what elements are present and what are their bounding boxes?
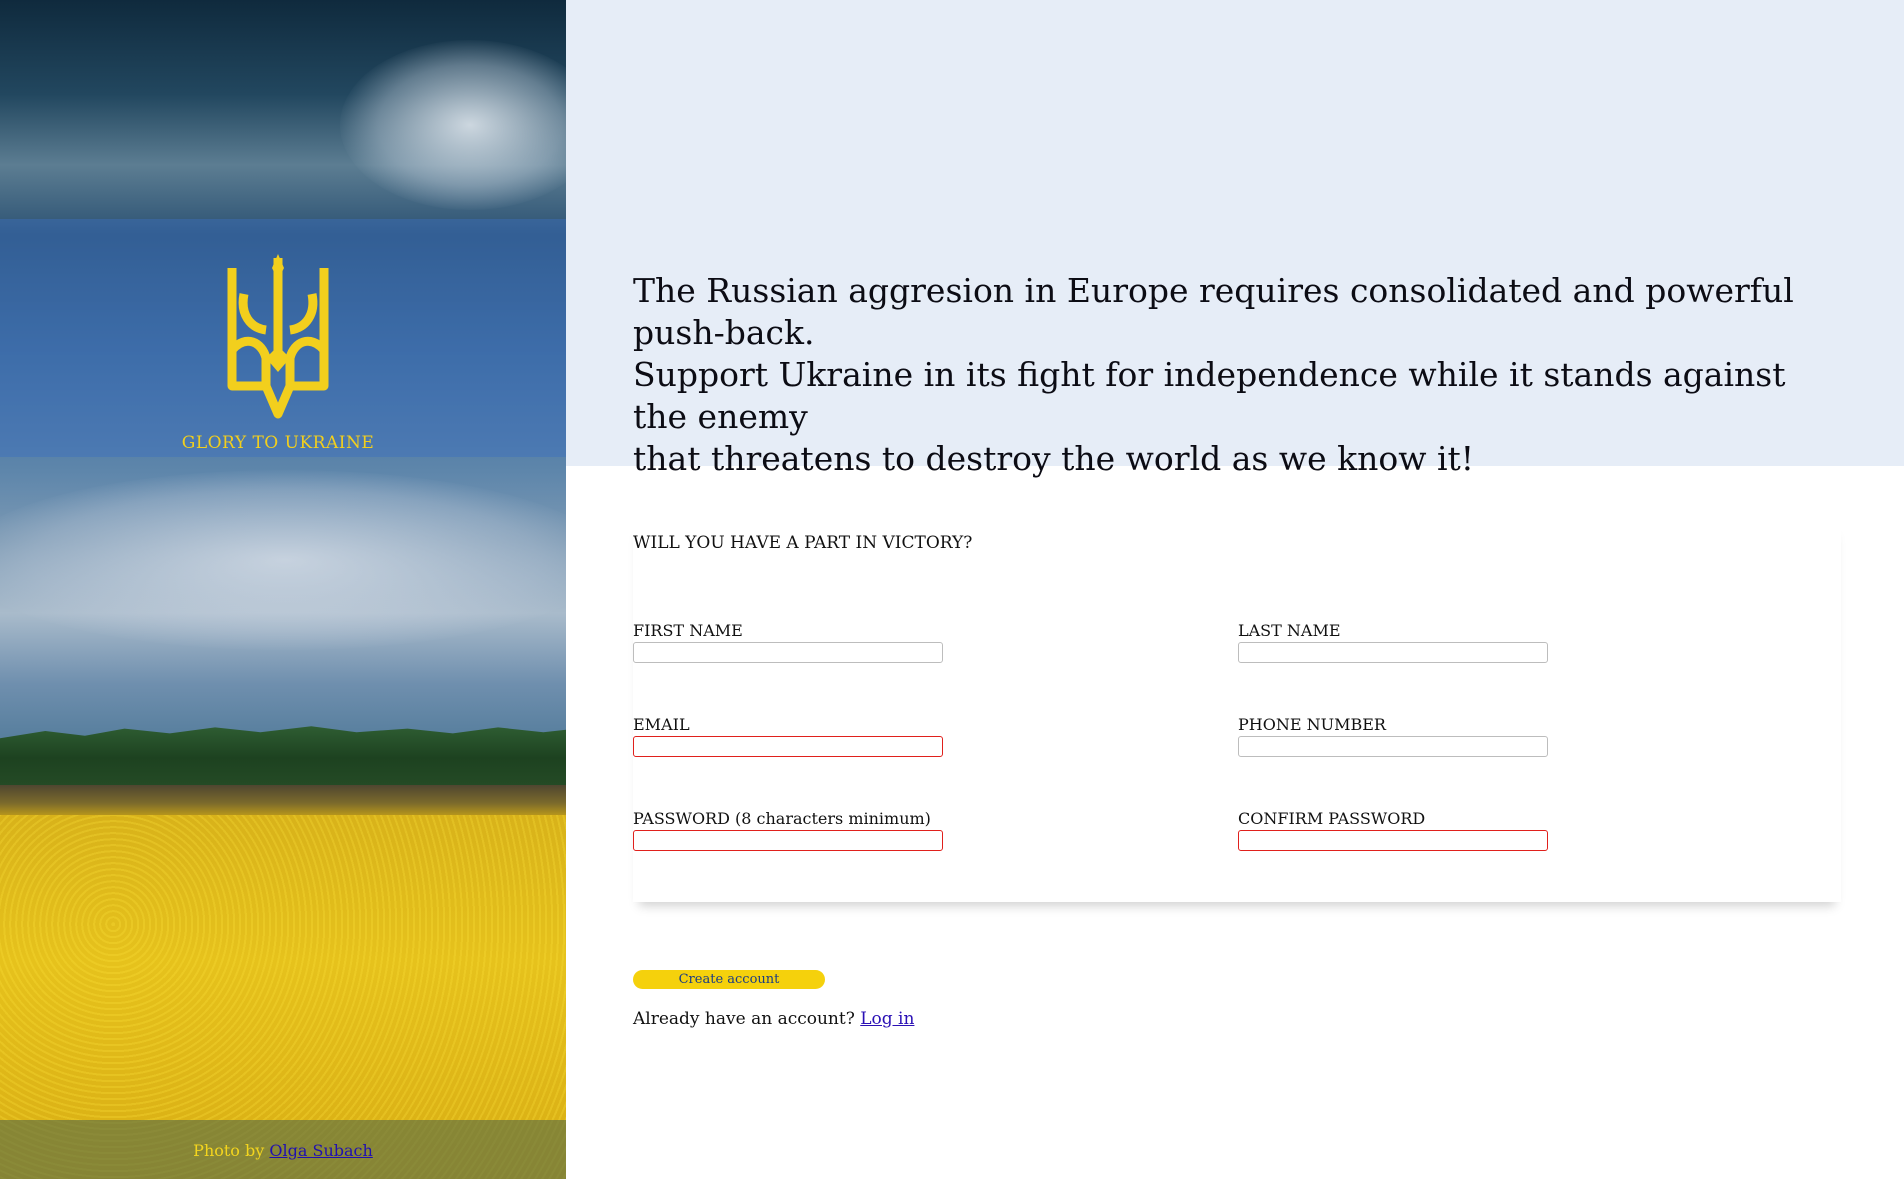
password-field[interactable] bbox=[633, 830, 943, 851]
login-prompt: Already have an account? bbox=[633, 1009, 855, 1029]
hero-photo-panel: GLORY TO UKRAINE Photo by Olga Subach bbox=[0, 0, 566, 1179]
hero-line: that threatens to destroy the world as w… bbox=[633, 439, 1475, 478]
confirm-password-field[interactable] bbox=[1238, 830, 1548, 851]
create-account-button[interactable]: Create account bbox=[633, 970, 825, 989]
photo-credit: Photo by Olga Subach bbox=[0, 1141, 566, 1160]
trident-icon bbox=[227, 254, 329, 419]
login-prompt-line: Already have an account? Log in bbox=[633, 1009, 914, 1029]
last-name-field[interactable] bbox=[1238, 642, 1548, 663]
cloud-decoration bbox=[0, 470, 566, 650]
last-name-label: LAST NAME bbox=[1238, 621, 1341, 640]
login-link[interactable]: Log in bbox=[860, 1009, 914, 1029]
photo-credit-prefix: Photo by bbox=[193, 1141, 265, 1160]
photographer-link[interactable]: Olga Subach bbox=[269, 1141, 372, 1160]
email-field[interactable] bbox=[633, 736, 943, 757]
hero-line: The Russian aggresion in Europe requires… bbox=[633, 271, 1794, 352]
hero-statement: The Russian aggresion in Europe requires… bbox=[633, 270, 1833, 480]
main-content: The Russian aggresion in Europe requires… bbox=[566, 0, 1904, 1179]
banner-text: GLORY TO UKRAINE bbox=[181, 433, 375, 453]
email-label: EMAIL bbox=[633, 715, 690, 734]
soil-decoration bbox=[0, 785, 566, 815]
treeline-decoration bbox=[0, 726, 566, 785]
first-name-field[interactable] bbox=[633, 642, 943, 663]
first-name-label: FIRST NAME bbox=[633, 621, 743, 640]
hero-section: The Russian aggresion in Europe requires… bbox=[566, 0, 1904, 478]
phone-number-label: PHONE NUMBER bbox=[1238, 715, 1386, 734]
form-question: WILL YOU HAVE A PART IN VICTORY? bbox=[633, 533, 973, 553]
password-label: PASSWORD (8 characters minimum) bbox=[633, 809, 931, 828]
hero-line: Support Ukraine in its fight for indepen… bbox=[633, 355, 1786, 436]
confirm-password-label: CONFIRM PASSWORD bbox=[1238, 809, 1426, 828]
signup-page: GLORY TO UKRAINE Photo by Olga Subach Th… bbox=[0, 0, 1904, 1179]
cloud-decoration bbox=[340, 40, 566, 210]
phone-number-field[interactable] bbox=[1238, 736, 1548, 757]
